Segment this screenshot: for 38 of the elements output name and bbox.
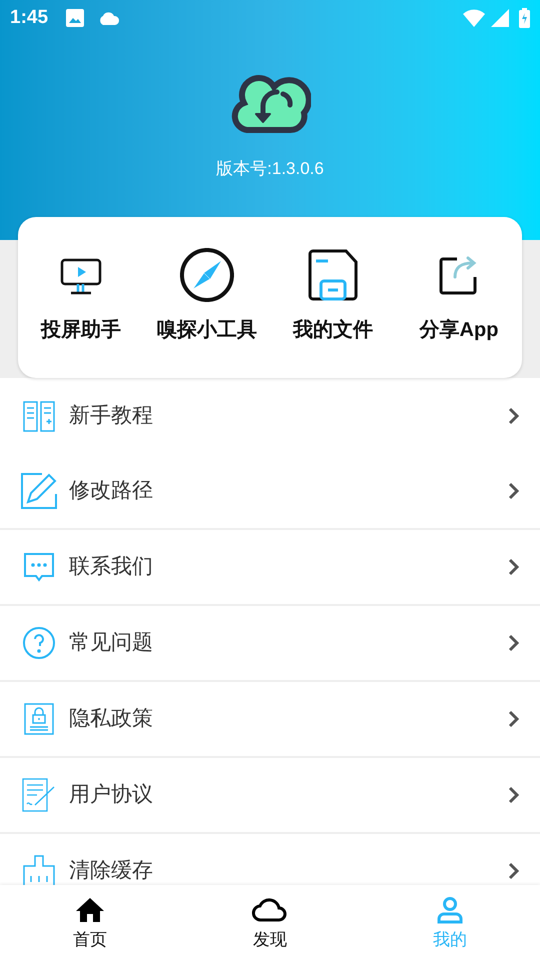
status-time: 1:45 [10, 6, 48, 30]
book-icon [22, 399, 56, 433]
menu-item[interactable]: 新手教程 [0, 378, 540, 454]
chevron-right-icon [508, 862, 520, 880]
signed-document-icon [21, 777, 57, 813]
cloud-icon [252, 897, 288, 923]
pencil-icon [20, 472, 58, 510]
nav-tab[interactable]: 首页 [0, 885, 180, 960]
wifi-icon [463, 9, 485, 27]
image-icon [66, 9, 84, 27]
menu-item[interactable]: 用户协议 [0, 758, 540, 834]
quick-action-button[interactable]: 我的文件 [270, 217, 396, 378]
chevron-right-icon [508, 710, 520, 728]
lock-document-icon [23, 702, 55, 736]
quick-action-button[interactable]: 嗅探小工具 [144, 217, 270, 378]
home-icon [75, 897, 105, 923]
chevron-right-icon [508, 634, 520, 652]
version-text: 版本号:1.3.0.6 [216, 158, 324, 180]
cloud-download-icon [229, 74, 311, 134]
battery-icon [519, 8, 530, 28]
menu-item[interactable]: 修改路径 [0, 454, 540, 530]
user-icon [436, 896, 464, 924]
chevron-right-icon [508, 558, 520, 576]
chat-bubble-icon [22, 551, 56, 583]
menu-item[interactable]: 隐私政策 [0, 682, 540, 758]
chevron-right-icon [508, 786, 520, 804]
brush-icon [22, 854, 56, 885]
cloud-icon [98, 11, 120, 25]
quick-action-button[interactable]: 分享App [396, 217, 522, 378]
quick-action-button[interactable]: 投屏助手 [18, 217, 144, 378]
menu-item[interactable]: 联系我们 [0, 530, 540, 606]
menu-item[interactable]: 常见问题 [0, 606, 540, 682]
signal-icon [491, 9, 509, 27]
nav-tab[interactable]: 发现 [180, 885, 360, 960]
chevron-right-icon [508, 482, 520, 500]
chevron-right-icon [508, 407, 520, 425]
compass-icon [177, 245, 237, 305]
question-icon [22, 626, 56, 660]
